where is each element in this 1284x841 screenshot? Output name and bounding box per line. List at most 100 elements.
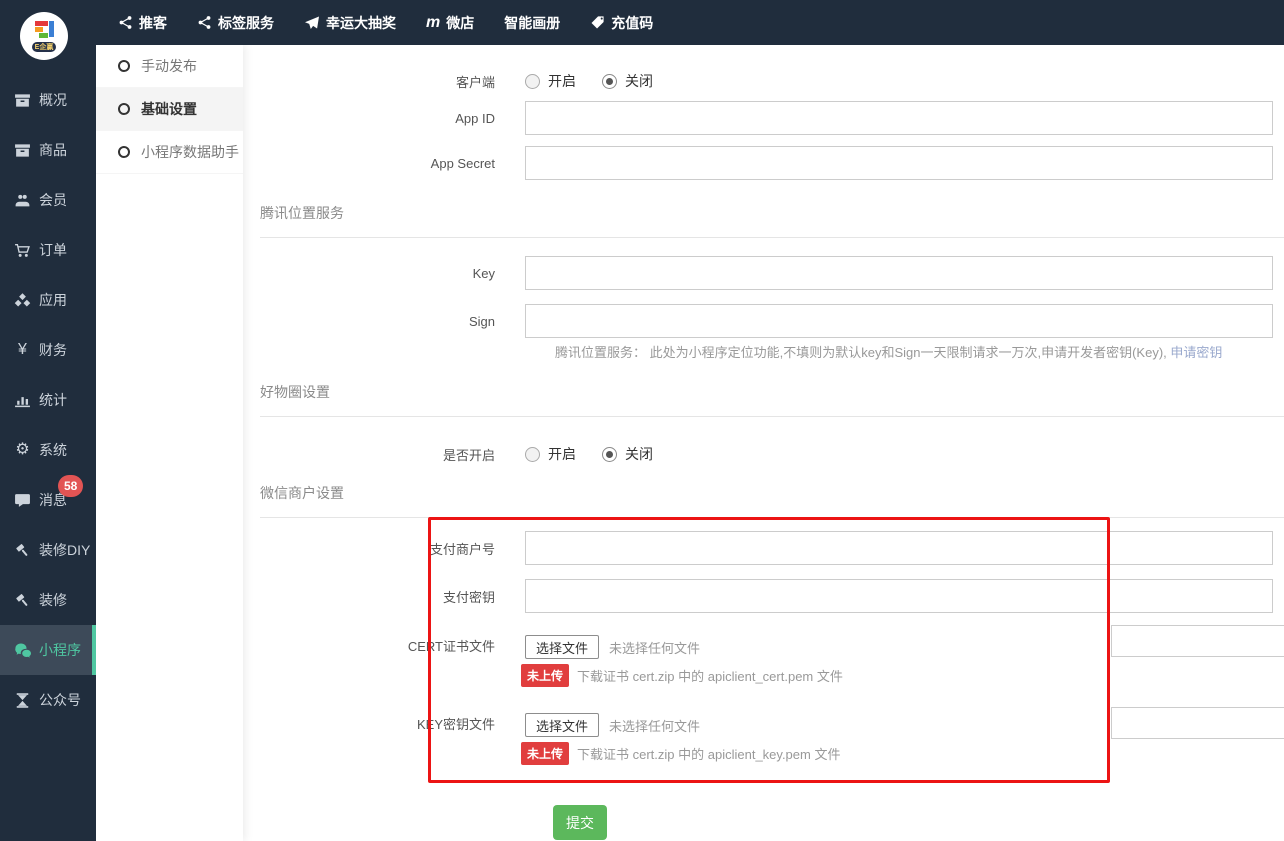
sidebar-item-decorate[interactable]: 装修 [0, 575, 96, 625]
secondary-sidebar: 手动发布 基础设置 小程序数据助手 [96, 45, 243, 841]
pay-mch-row: 支付商户号 [243, 531, 1284, 565]
sidebar-item-messages[interactable]: 消息 58 [0, 475, 96, 525]
cert-no-file-text: 未选择任何文件 [609, 638, 700, 657]
tags-icon [590, 15, 605, 30]
sidebar-item-label: 商品 [39, 140, 67, 160]
sidebar-item-label: 系统 [39, 440, 67, 460]
sidebar-item-label: 财务 [39, 340, 67, 360]
client-radio-off[interactable]: 关闭 [602, 71, 653, 91]
sidebar-item-official-account[interactable]: 公众号 [0, 675, 96, 725]
main-sidebar: 概况 商品 会员 订单 应用 ¥ 财务 统计 ⚙ 系统 消息 58 装修DIY … [0, 45, 96, 841]
pay-key-input[interactable] [525, 579, 1273, 613]
sidebar-item-mini-program[interactable]: 小程序 [0, 625, 96, 675]
gavel-icon [13, 542, 32, 559]
radio-unchecked-icon[interactable] [525, 447, 540, 462]
sidebar-item-members[interactable]: 会员 [0, 175, 96, 225]
haowu-radio-on[interactable]: 开启 [525, 444, 576, 464]
topnav-tag-service[interactable]: 标签服务 [197, 13, 274, 33]
settings-form: 客户端 开启 关闭 App ID App Secret 腾讯位置服务 Key S… [243, 45, 1284, 841]
app-secret-row: App Secret [243, 146, 1284, 180]
app-id-label: App ID [243, 111, 525, 126]
active-indicator-bar [92, 625, 96, 675]
haowu-enable-label: 是否开启 [243, 445, 525, 464]
topnav-label: 充值码 [611, 13, 653, 33]
sign-row: Sign [243, 304, 1284, 338]
haowu-radio-off[interactable]: 关闭 [602, 444, 653, 464]
sidebar-item-label: 小程序 [39, 640, 81, 660]
lottery-plane-icon [304, 15, 320, 31]
app-id-input[interactable] [525, 101, 1273, 135]
key-clipped-input[interactable] [1111, 707, 1284, 739]
message-count-badge: 58 [58, 475, 83, 497]
share-icon [118, 15, 133, 30]
sidebar-item-overview[interactable]: 概况 [0, 75, 96, 125]
client-radio-on[interactable]: 开启 [525, 71, 576, 91]
section-haowuquan: 好物圈设置 [260, 382, 1284, 417]
sidebar-item-label: 公众号 [39, 690, 81, 710]
app-secret-input[interactable] [525, 146, 1273, 180]
apply-key-link[interactable]: 申请密钥 [1170, 345, 1222, 360]
sidebar-item-label: 统计 [39, 390, 67, 410]
logo-mark-icon [33, 21, 55, 41]
sidebar-item-goods[interactable]: 商品 [0, 125, 96, 175]
sidebar-item-apps[interactable]: 应用 [0, 275, 96, 325]
bar-chart-icon [13, 392, 32, 409]
comment-icon [13, 492, 32, 509]
cert-file-label: CERT证书文件 [243, 635, 525, 659]
circle-o-icon [118, 146, 130, 158]
sidebar-item-label: 装修 [39, 590, 67, 610]
key-row: Key [243, 256, 1284, 290]
key-label: Key [243, 266, 525, 281]
sidebar-item-orders[interactable]: 订单 [0, 225, 96, 275]
topnav-label: 智能画册 [504, 13, 560, 33]
submenu-item-basic-settings[interactable]: 基础设置 [96, 88, 243, 131]
archive-icon [13, 92, 32, 109]
submit-button[interactable]: 提交 [553, 805, 607, 840]
key-choose-file-button[interactable]: 选择文件 [525, 713, 599, 737]
submenu-item-manual-publish[interactable]: 手动发布 [96, 45, 243, 88]
sidebar-item-decorate-diy[interactable]: 装修DIY [0, 525, 96, 575]
key-status-badge: 未上传 [521, 742, 569, 765]
cart-icon [13, 242, 32, 259]
app-secret-label: App Secret [243, 156, 525, 171]
topnav-lucky-draw[interactable]: 幸运大抽奖 [304, 13, 396, 33]
client-row: 客户端 开启 关闭 [243, 66, 1284, 96]
cert-choose-file-button[interactable]: 选择文件 [525, 635, 599, 659]
section-wechat-merchant: 微信商户设置 [260, 483, 1284, 518]
radio-checked-icon[interactable] [602, 447, 617, 462]
cert-file-hint: 下载证书 cert.zip 中的 apiclient_cert.pem 文件 [577, 666, 843, 685]
submenu-item-data-assistant[interactable]: 小程序数据助手 [96, 131, 243, 174]
client-label: 客户端 [243, 72, 525, 91]
topnav-label: 微店 [446, 13, 474, 33]
topnav-smart-album[interactable]: 智能画册 [504, 13, 560, 33]
yen-icon: ¥ [13, 342, 32, 358]
key-input[interactable] [525, 256, 1273, 290]
cubes-icon [13, 292, 32, 309]
section-tencent-location: 腾讯位置服务 [260, 203, 1284, 238]
radio-checked-icon[interactable] [602, 74, 617, 89]
pay-key-row: 支付密钥 [243, 579, 1284, 613]
key-no-file-text: 未选择任何文件 [609, 716, 700, 735]
sidebar-item-label: 概况 [39, 90, 67, 110]
pay-mch-input[interactable] [525, 531, 1273, 565]
radio-unchecked-icon[interactable] [525, 74, 540, 89]
sidebar-item-system[interactable]: ⚙ 系统 [0, 425, 96, 475]
hourglass-icon [13, 692, 32, 709]
wechat-icon [13, 641, 32, 659]
topbar: 推客 标签服务 幸运大抽奖 m 微店 智能画册 充值码 [0, 0, 1284, 45]
cert-clipped-input[interactable] [1111, 625, 1284, 657]
pay-mch-label: 支付商户号 [243, 539, 525, 558]
topnav-recharge-code[interactable]: 充值码 [590, 13, 653, 33]
top-navigation: 推客 标签服务 幸运大抽奖 m 微店 智能画册 充值码 [118, 13, 653, 33]
sidebar-item-finance[interactable]: ¥ 财务 [0, 325, 96, 375]
users-icon [13, 192, 32, 209]
key-file-label: KEY密钥文件 [243, 713, 525, 737]
haowu-enable-row: 是否开启 开启 关闭 [243, 439, 1284, 469]
sidebar-item-label: 应用 [39, 290, 67, 310]
sidebar-item-statistics[interactable]: 统计 [0, 375, 96, 425]
app-logo[interactable]: E企赢 [20, 12, 68, 60]
gavel-icon [13, 592, 32, 609]
topnav-tuike[interactable]: 推客 [118, 13, 167, 33]
topnav-weidian[interactable]: m 微店 [426, 13, 474, 33]
sign-input[interactable] [525, 304, 1273, 338]
